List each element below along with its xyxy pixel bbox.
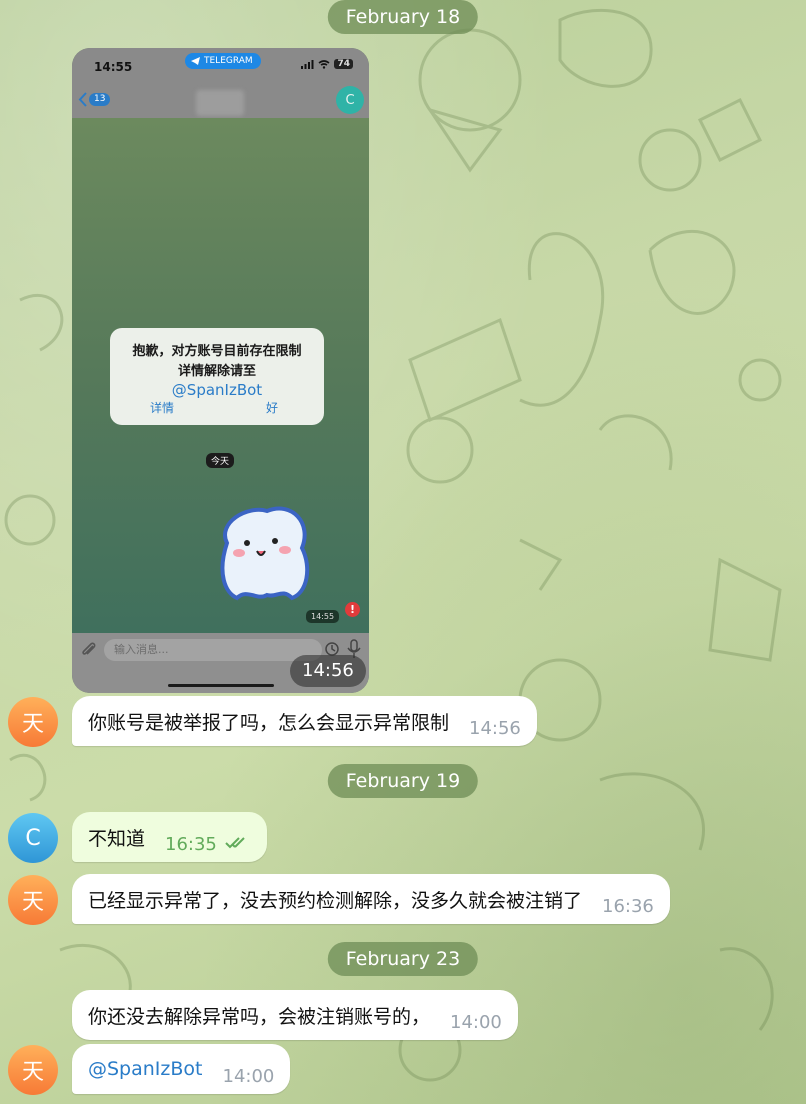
- double-check-icon: [225, 837, 245, 849]
- telegram-icon: [191, 57, 200, 65]
- message-text: 已经显示异常了，没去预约检测解除，没多久就会被注销了: [88, 889, 583, 912]
- message-time: 16:36: [602, 895, 654, 917]
- message-bubble[interactable]: @SpanIzBot 14:00: [72, 1044, 291, 1094]
- message-time: 14:00: [222, 1065, 275, 1087]
- telegram-app-badge: TELEGRAM: [185, 53, 261, 69]
- phone-chat-header: 13 C: [72, 84, 369, 118]
- error-icon: !: [345, 602, 360, 617]
- telegram-badge-label: TELEGRAM: [204, 56, 253, 66]
- dialog-line-2: 详情解除请至: [177, 364, 256, 379]
- message-time: 14:56: [290, 655, 366, 687]
- date-separator: February 18: [327, 0, 479, 34]
- message-time: 14:56: [469, 717, 521, 739]
- screenshot-image-message[interactable]: 14:55 TELEGRAM 74 13 C 抱歉，对方账号目前存在限制 详情解…: [72, 48, 369, 693]
- message-text: 不知道: [88, 827, 146, 850]
- signal-icon: [301, 59, 314, 69]
- timer-icon: [325, 642, 339, 656]
- message-text: 你账号是被举报了吗，怎么会显示异常限制: [88, 711, 450, 734]
- message-bubble[interactable]: 你账号是被举报了吗，怎么会显示异常限制 14:56: [72, 696, 537, 746]
- date-separator: February 23: [327, 942, 479, 976]
- dialog-bot-link: @SpanIzBot: [171, 381, 263, 399]
- dialog-details-button: 详情: [150, 401, 175, 415]
- bot-mention-link[interactable]: @SpanIzBot: [88, 1058, 203, 1080]
- chevron-left-icon: [78, 92, 87, 107]
- wifi-icon: [318, 59, 330, 69]
- phone-status-bar: 14:55 TELEGRAM 74: [72, 48, 369, 84]
- dialog-ok-button: 好: [265, 401, 278, 415]
- message-bubble[interactable]: 你还没去解除异常吗，会被注销账号的， 14:00: [72, 990, 518, 1040]
- unread-count-badge: 13: [89, 93, 111, 106]
- phone-back-button: 13: [78, 92, 111, 107]
- ghost-bear-sticker: [220, 506, 310, 601]
- message-time: 16:35: [165, 833, 217, 855]
- message-time: 14:00: [450, 1011, 502, 1033]
- dialog-line-1: 抱歉，对方账号目前存在限制: [132, 344, 302, 359]
- phone-home-indicator: [168, 684, 274, 687]
- phone-today-label: 今天: [206, 453, 235, 468]
- message-bubble[interactable]: 已经显示异常了，没去预约检测解除，没多久就会被注销了 16:36: [72, 874, 670, 924]
- blurred-contact-name: [196, 90, 244, 116]
- phone-status-time: 14:55: [94, 60, 133, 74]
- avatar[interactable]: 天: [8, 875, 58, 925]
- avatar[interactable]: 天: [8, 697, 58, 747]
- restriction-dialog: 抱歉，对方账号目前存在限制 详情解除请至 @SpanIzBot 详情 好: [110, 328, 324, 425]
- phone-sticker-time: 14:55: [306, 610, 340, 623]
- avatar[interactable]: C: [8, 813, 58, 863]
- date-separator: February 19: [327, 764, 479, 798]
- message-text: 你还没去解除异常吗，会被注销账号的，: [88, 1005, 431, 1028]
- phone-message-input: 输入消息...: [104, 639, 322, 661]
- message-bubble[interactable]: 不知道 16:35: [72, 812, 267, 862]
- phone-status-icons: 74: [301, 59, 353, 69]
- phone-contact-avatar: C: [336, 86, 364, 114]
- paperclip-icon: [82, 642, 96, 655]
- avatar[interactable]: 天: [8, 1045, 58, 1095]
- battery-icon: 74: [334, 59, 353, 69]
